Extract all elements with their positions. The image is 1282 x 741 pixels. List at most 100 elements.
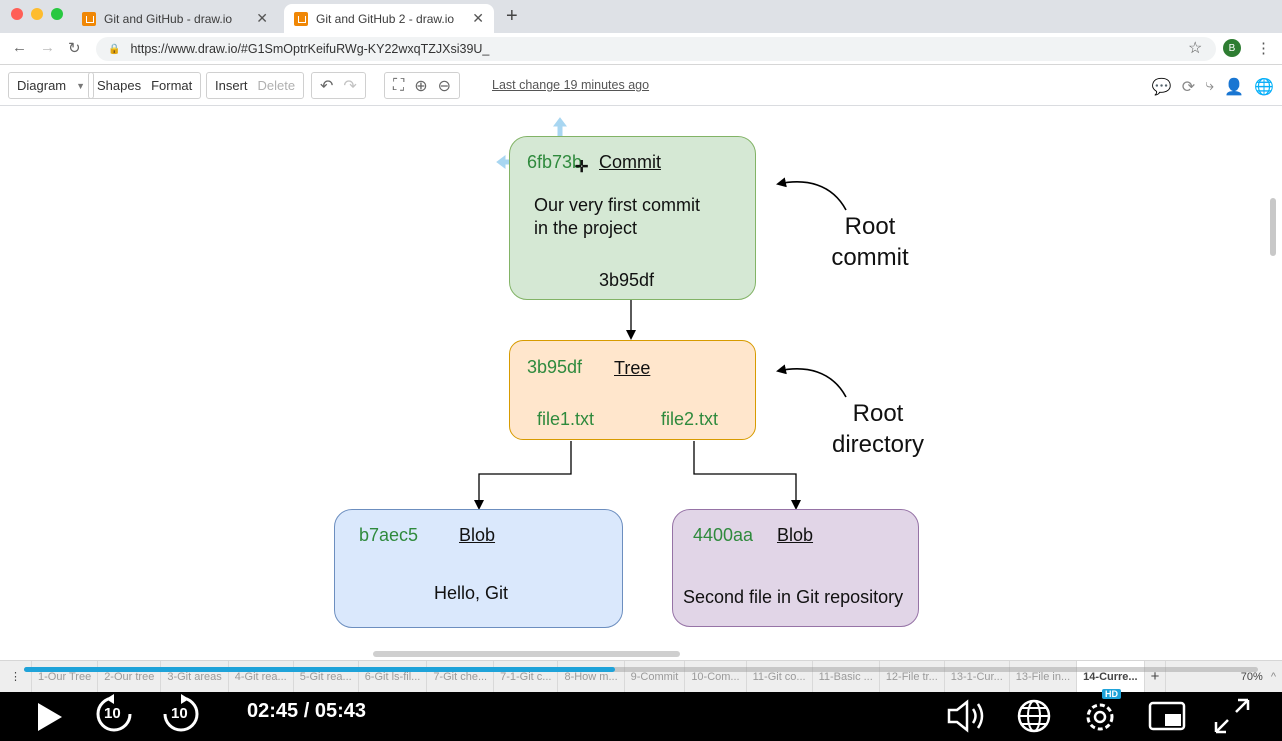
back-icon[interactable]: ← <box>12 39 27 56</box>
reload-icon[interactable]: ↻ <box>68 39 81 57</box>
maximize-window-button[interactable] <box>51 8 63 20</box>
commit-hash[interactable]: 6fb73b <box>527 152 582 173</box>
horizontal-scrollbar[interactable] <box>373 651 680 657</box>
page-tab[interactable]: 13-1-Cur... <box>945 660 1010 693</box>
bookmark-star-icon[interactable]: ☆ <box>1188 38 1202 58</box>
tree-file2: file2.txt <box>661 409 719 429</box>
fullscreen-icon[interactable] <box>1212 696 1252 736</box>
url-text: https://www.draw.io/#G1SmOptrKeifuRWg-KY… <box>130 42 490 56</box>
last-change-link[interactable]: Last change 19 minutes ago <box>492 78 649 92</box>
zoom-in-icon[interactable]: ⊕ <box>414 76 427 96</box>
blob2-type-label: Blob <box>777 525 814 545</box>
sync-icon[interactable]: ⟳ <box>1182 77 1195 97</box>
pages-menu-icon[interactable]: ⋮ <box>0 660 32 693</box>
view-group: ⛶ ⊕ ⊖ <box>384 72 461 99</box>
share-icon[interactable]: ⤷ <box>1205 77 1214 97</box>
rewind-10-button[interactable]: 10 <box>94 694 134 734</box>
picture-in-picture-icon[interactable] <box>1147 698 1187 734</box>
page-tab[interactable]: 7-1-Git c... <box>494 660 559 693</box>
page-tab[interactable]: 11-Git co... <box>747 660 813 693</box>
page-tab[interactable]: 1-Our Tree <box>32 660 99 693</box>
close-window-button[interactable] <box>11 8 23 20</box>
address-bar-row: ← → ↻ 🔒 https://www.draw.io/#G1SmOptrKei… <box>0 33 1282 65</box>
tree-hash: 3b95df <box>527 357 583 377</box>
browser-menu-icon[interactable]: ⋮ <box>1256 39 1271 57</box>
browser-tab-2[interactable]: Git and GitHub 2 - draw.io ✕ <box>284 4 494 33</box>
move-cursor-icon: ✛ <box>575 159 589 176</box>
url-field[interactable]: 🔒 https://www.draw.io/#G1SmOptrKeifuRWg-… <box>96 37 1216 61</box>
forward-10-button[interactable]: 10 <box>161 694 201 734</box>
page-tab[interactable]: 5-Git rea... <box>294 660 359 693</box>
undo-redo-group: ↶ ↷ <box>311 72 366 99</box>
root-directory-line2: directory <box>831 431 925 458</box>
zoom-level[interactable]: 70% <box>1241 671 1271 683</box>
hd-badge: HD <box>1102 689 1121 699</box>
close-tab-icon[interactable]: ✕ <box>256 10 268 27</box>
shapes-button[interactable]: Shapes <box>97 78 141 93</box>
shapes-format-group: Shapes Format <box>88 72 202 99</box>
profile-avatar[interactable]: B <box>1223 39 1241 57</box>
insert-delete-group: Insert Delete <box>206 72 305 99</box>
close-tab-icon[interactable]: ✕ <box>472 10 484 27</box>
delete-button[interactable]: Delete <box>258 78 296 93</box>
video-progress-fill <box>24 667 616 672</box>
page-tab[interactable]: 4-Git rea... <box>229 660 294 693</box>
page-tab[interactable]: 3-Git areas <box>161 660 229 693</box>
new-tab-icon[interactable]: + <box>506 5 518 28</box>
commit-message-line2: in the project <box>534 218 638 238</box>
forward-icon[interactable]: → <box>40 39 55 56</box>
commit-type-label: Commit <box>599 152 661 172</box>
browser-tab-1-title: Git and GitHub - draw.io <box>104 11 233 26</box>
language-globe-icon[interactable]: 🌐 <box>1254 77 1274 97</box>
blob1-type-label: Blob <box>459 525 496 545</box>
page-tab[interactable]: 11-Basic ... <box>813 660 880 693</box>
page-tab[interactable]: 12-File tr... <box>880 660 945 693</box>
browser-tab-bar: Git and GitHub - draw.io ✕ Git and GitHu… <box>0 0 1282 33</box>
rewind-seconds: 10 <box>104 705 121 722</box>
video-player-controls: 10 10 02:45 / 05:43 HD <box>0 689 1282 741</box>
comments-icon[interactable]: 💬 <box>1152 77 1172 97</box>
root-commit-annotation[interactable]: Root commit <box>820 211 920 273</box>
user-icon[interactable]: 👤 <box>1224 77 1244 97</box>
root-commit-line1: Root <box>844 213 896 240</box>
play-icon[interactable] <box>34 700 66 734</box>
fullscreen-icon[interactable]: ⛶ <box>393 77 404 95</box>
commit-tree-ref: 3b95df <box>599 270 655 290</box>
gear-icon <box>1086 703 1114 731</box>
add-page-icon[interactable]: + <box>1145 660 1167 693</box>
diagram-menu-button[interactable]: Diagram ▼ <box>8 72 95 99</box>
redo-icon[interactable]: ↷ <box>343 76 356 96</box>
format-button[interactable]: Format <box>151 78 192 93</box>
tree-type-label: Tree <box>614 358 651 378</box>
minimize-window-button[interactable] <box>31 8 43 20</box>
root-directory-annotation[interactable]: Root directory <box>822 398 934 460</box>
vertical-scrollbar[interactable] <box>1270 198 1276 256</box>
volume-icon[interactable] <box>945 698 989 734</box>
zoom-out-icon[interactable]: ⊖ <box>438 76 451 96</box>
captions-globe-icon[interactable] <box>1016 698 1052 734</box>
chevron-down-icon: ▼ <box>76 80 86 91</box>
blob1-hash: b7aec5 <box>359 525 419 545</box>
playback-time: 02:45 / 05:43 <box>247 700 366 722</box>
undo-icon[interactable]: ↶ <box>320 76 333 96</box>
page-tab[interactable]: 13-File in... <box>1010 660 1078 693</box>
blob2-content: Second file in Git repository <box>683 587 904 607</box>
forward-seconds: 10 <box>171 705 188 722</box>
page-tab[interactable]: 7-Git che... <box>427 660 495 693</box>
page-tab[interactable]: 8-How m... <box>558 660 625 693</box>
page-tab[interactable]: 9-Commit <box>625 660 686 693</box>
lock-icon: 🔒 <box>108 43 121 55</box>
tree-file1: file1.txt <box>537 409 595 429</box>
browser-tab-1[interactable]: Git and GitHub - draw.io ✕ <box>72 4 278 33</box>
insert-button[interactable]: Insert <box>215 78 248 93</box>
page-tab[interactable]: 10-Com... <box>685 660 747 693</box>
settings-button[interactable]: HD <box>1082 689 1122 735</box>
page-tab-active[interactable]: 14-Curre... <box>1077 660 1145 693</box>
page-tab[interactable]: 2-Our tree <box>98 660 162 693</box>
root-commit-line2: commit <box>831 244 909 271</box>
drawio-favicon-icon <box>294 11 308 26</box>
page-tab[interactable]: 6-Git ls-fil... <box>359 660 428 693</box>
root-directory-line1: Root <box>852 400 904 427</box>
chevron-up-icon[interactable]: ^ <box>1271 671 1282 683</box>
drawio-favicon-icon <box>82 11 96 26</box>
